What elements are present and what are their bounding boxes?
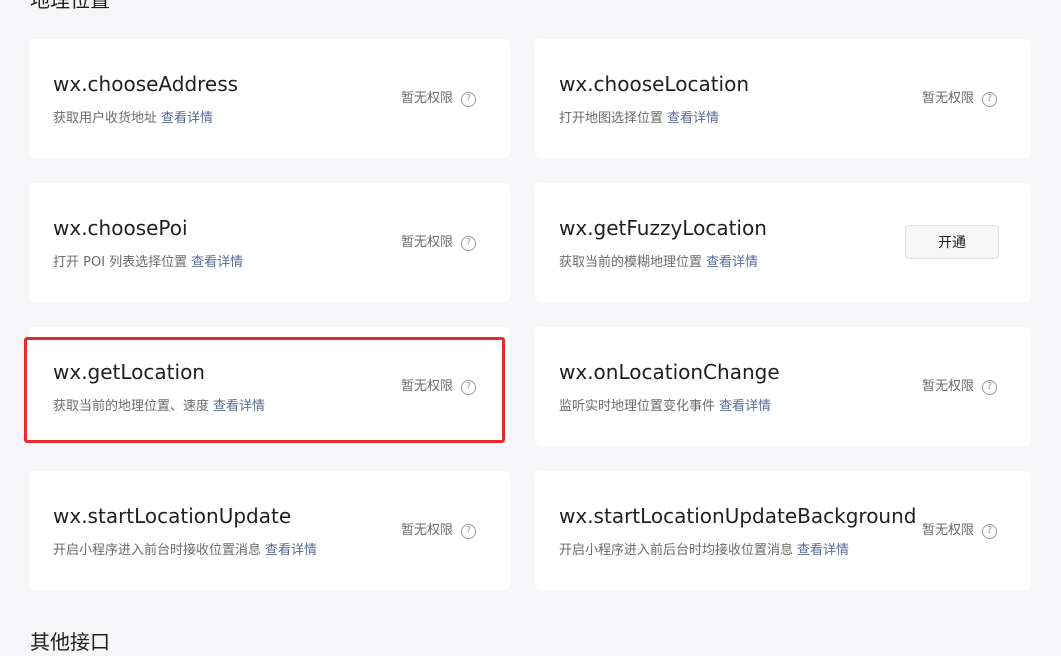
enable-button[interactable]: 开通 — [905, 225, 999, 259]
api-card-choose-poi: wx.choosePoi 打开 POI 列表选择位置 查看详情 暂无权限 ? — [29, 183, 510, 302]
view-details-link[interactable]: 查看详情 — [667, 111, 719, 126]
permission-status: 暂无权限 ? — [922, 378, 997, 396]
section-title-other: 其他接口 — [30, 630, 110, 654]
api-description-line: 监听实时地理位置变化事件 查看详情 — [559, 398, 771, 416]
api-name: wx.chooseAddress — [53, 72, 239, 96]
view-details-link[interactable]: 查看详情 — [191, 255, 243, 270]
api-name: wx.onLocationChange — [559, 360, 780, 384]
api-card-get-location: wx.getLocation 获取当前的地理位置、速度 查看详情 暂无权限 ? — [29, 327, 510, 446]
api-name: wx.chooseLocation — [559, 72, 750, 96]
api-name: wx.getFuzzyLocation — [559, 216, 767, 240]
api-description-line: 开启小程序进入前台时接收位置消息 查看详情 — [53, 542, 317, 560]
permission-status: 暂无权限 ? — [401, 522, 476, 540]
api-description: 监听实时地理位置变化事件 — [559, 399, 716, 414]
view-details-link[interactable]: 查看详情 — [706, 255, 758, 270]
permission-status: 暂无权限 ? — [922, 522, 997, 540]
status-text: 暂无权限 — [921, 523, 974, 538]
view-details-link[interactable]: 查看详情 — [161, 111, 213, 126]
api-card-start-location-update-background: wx.startLocationUpdateBackground 开启小程序进入… — [535, 471, 1031, 590]
status-text: 暂无权限 — [400, 379, 453, 394]
api-description: 获取当前的地理位置、速度 — [53, 399, 210, 414]
permission-status: 暂无权限 ? — [401, 234, 476, 252]
permission-status: 暂无权限 ? — [922, 90, 997, 108]
status-text: 暂无权限 — [400, 91, 453, 106]
help-circle-icon[interactable]: ? — [982, 379, 997, 395]
api-card-choose-address: wx.chooseAddress 获取用户收货地址 查看详情 暂无权限 ? — [29, 39, 510, 158]
permission-status: 暂无权限 ? — [401, 90, 476, 108]
api-description-line: 获取当前的模糊地理位置 查看详情 — [559, 254, 758, 272]
help-circle-icon[interactable]: ? — [461, 91, 476, 107]
api-description-line: 打开 POI 列表选择位置 查看详情 — [53, 254, 243, 272]
status-text: 暂无权限 — [400, 523, 453, 538]
api-description: 打开地图选择位置 — [559, 111, 664, 126]
api-description: 获取当前的模糊地理位置 — [559, 255, 703, 270]
status-text: 暂无权限 — [921, 379, 974, 394]
api-card-start-location-update: wx.startLocationUpdate 开启小程序进入前台时接收位置消息查… — [29, 471, 510, 590]
help-circle-icon[interactable]: ? — [461, 379, 476, 395]
status-text: 暂无权限 — [400, 235, 453, 250]
view-details-link[interactable]: 查看详情 — [213, 399, 265, 414]
api-description-line: 获取当前的地理位置、速度 查看详情 — [53, 398, 265, 416]
api-description: 获取用户收货地址 — [53, 111, 158, 126]
api-card-choose-location: wx.chooseLocation 打开地图选择位置 查看详情 暂无权限 ? — [535, 39, 1031, 158]
view-details-link[interactable]: 查看详情 — [265, 543, 317, 558]
api-description-line: 获取用户收货地址 查看详情 — [53, 110, 213, 128]
api-name: wx.getLocation — [53, 360, 205, 384]
help-circle-icon[interactable]: ? — [461, 523, 476, 539]
api-name: wx.startLocationUpdate — [53, 504, 292, 528]
view-details-link[interactable]: 查看详情 — [719, 399, 771, 414]
api-description: 开启小程序进入前后台时均接收位置消息 — [559, 543, 794, 558]
api-name: wx.choosePoi — [53, 216, 188, 240]
section-title-location: 地理位置 — [30, 0, 110, 12]
api-description: 开启小程序进入前台时接收位置消息 — [53, 543, 262, 558]
api-card-on-location-change: wx.onLocationChange 监听实时地理位置变化事件 查看详情 暂无权… — [535, 327, 1031, 446]
help-circle-icon[interactable]: ? — [461, 235, 476, 251]
api-card-get-fuzzy-location: wx.getFuzzyLocation 获取当前的模糊地理位置 查看详情 开通 — [535, 183, 1031, 302]
status-text: 暂无权限 — [921, 91, 974, 106]
permission-status: 暂无权限 ? — [401, 378, 476, 396]
api-description-line: 打开地图选择位置 查看详情 — [559, 110, 719, 128]
view-details-link[interactable]: 查看详情 — [797, 543, 849, 558]
api-description: 打开 POI 列表选择位置 — [53, 255, 188, 270]
api-description-line: 开启小程序进入前后台时均接收位置消息 查看详情 — [559, 542, 849, 560]
help-circle-icon[interactable]: ? — [982, 523, 997, 539]
help-circle-icon[interactable]: ? — [982, 91, 997, 107]
api-name: wx.startLocationUpdateBackground — [559, 504, 917, 528]
